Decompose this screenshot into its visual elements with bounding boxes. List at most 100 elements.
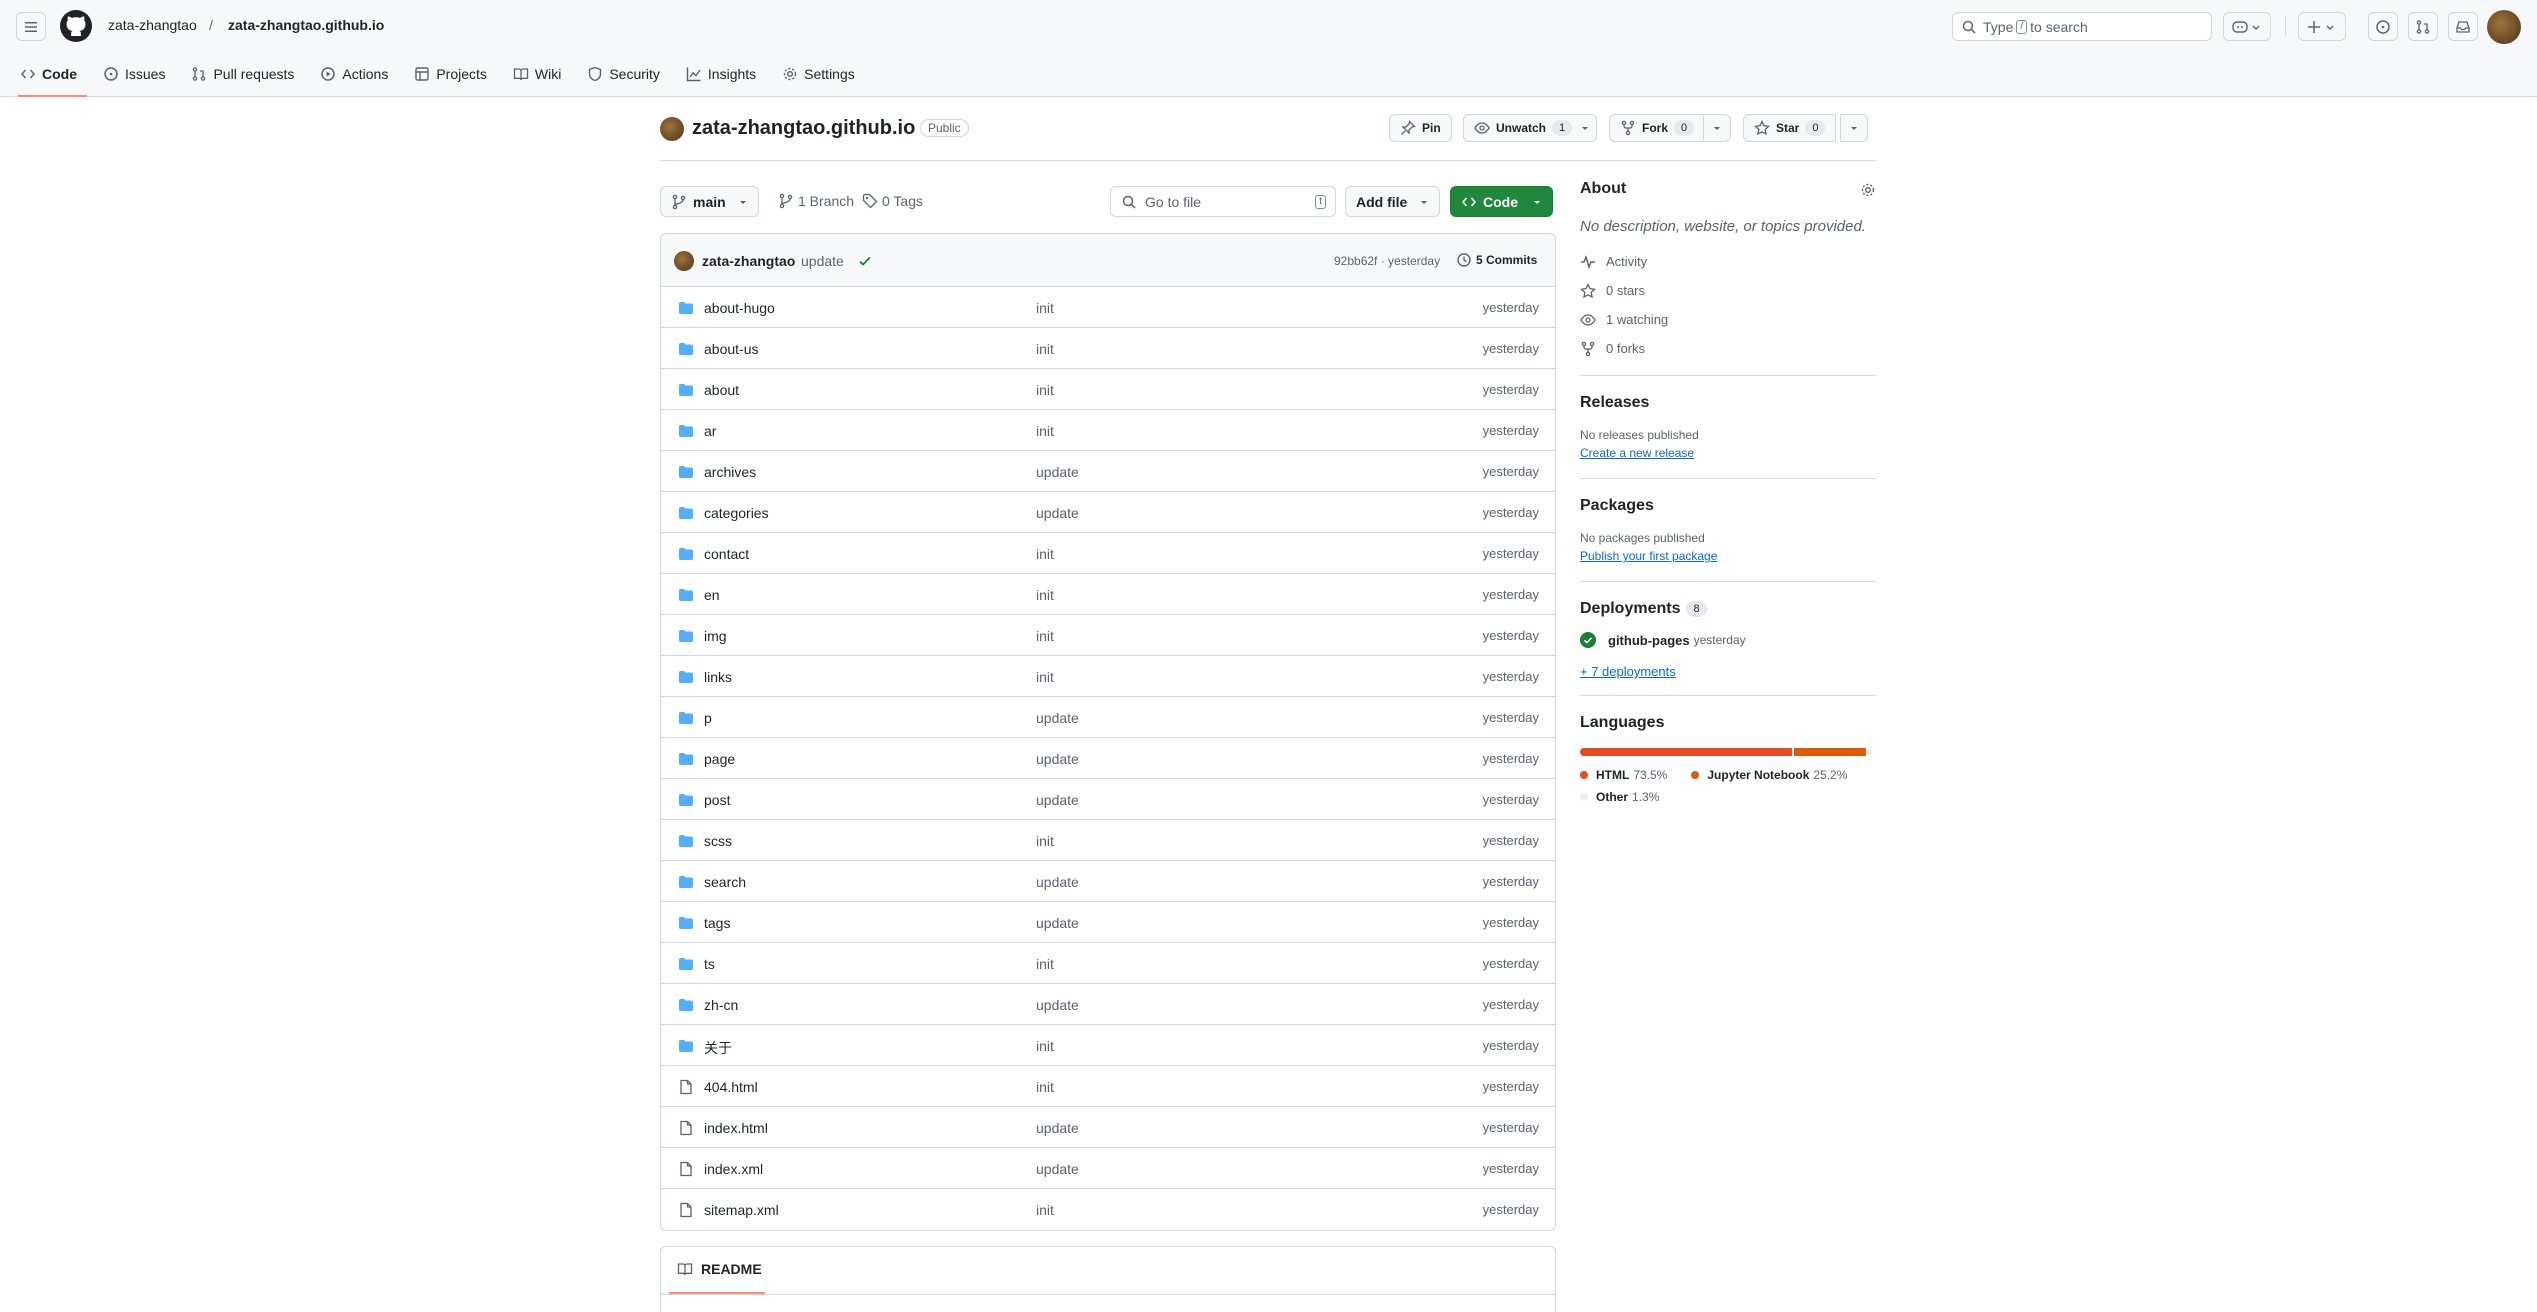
language-item[interactable]: Other 1.3% [1580, 786, 1659, 808]
commit-message[interactable]: init [1036, 546, 1054, 562]
file-name[interactable]: scss [704, 833, 732, 849]
file-row[interactable]: ts init yesterday [661, 943, 1555, 984]
file-name[interactable]: sitemap.xml [704, 1202, 779, 1218]
file-row[interactable]: en init yesterday [661, 574, 1555, 615]
file-name[interactable]: about-us [704, 341, 758, 357]
file-name[interactable]: tags [704, 915, 730, 931]
file-row[interactable]: about-hugo init yesterday [661, 287, 1555, 328]
file-name[interactable]: zh-cn [704, 997, 738, 1013]
deployments-title[interactable]: Deployments [1580, 600, 1680, 618]
file-row[interactable]: img init yesterday [661, 615, 1555, 656]
commit-message[interactable]: update [1036, 1120, 1079, 1136]
file-row[interactable]: 404.html init yesterday [661, 1066, 1555, 1107]
commit-message[interactable]: update [1036, 1161, 1079, 1177]
file-name[interactable]: about [704, 382, 739, 398]
file-row[interactable]: p update yesterday [661, 697, 1555, 738]
file-row[interactable]: links init yesterday [661, 656, 1555, 697]
commit-message[interactable]: update [1036, 915, 1079, 931]
file-row[interactable]: archives update yesterday [661, 451, 1555, 492]
issues-button[interactable] [2368, 12, 2398, 41]
repo-name[interactable]: zata-zhangtao.github.io [692, 117, 915, 140]
branch-select-button[interactable]: main [660, 186, 759, 217]
file-name[interactable]: 404.html [704, 1079, 758, 1095]
file-name[interactable]: about-hugo [704, 300, 775, 316]
file-name[interactable]: post [704, 792, 730, 808]
file-row[interactable]: contact init yesterday [661, 533, 1555, 574]
file-name[interactable]: 关于 [704, 1038, 732, 1058]
tab-pull-requests[interactable]: Pull requests [185, 59, 300, 89]
commit-message[interactable]: init [1036, 833, 1054, 849]
file-row[interactable]: tags update yesterday [661, 902, 1555, 943]
inbox-button[interactable] [2448, 12, 2478, 41]
file-name[interactable]: archives [704, 464, 756, 480]
file-row[interactable]: 关于 init yesterday [661, 1025, 1555, 1066]
commit-message[interactable]: update [1036, 751, 1079, 767]
fork-dropdown-button[interactable] [1703, 114, 1731, 142]
readme-tab[interactable]: README [677, 1261, 762, 1277]
watching-link[interactable]: 1 watching [1580, 305, 1876, 334]
file-name[interactable]: img [704, 628, 727, 644]
commit-message[interactable]: update [1036, 997, 1079, 1013]
file-name[interactable]: en [704, 587, 720, 603]
tab-actions[interactable]: Actions [314, 59, 394, 89]
branches-link[interactable]: 1 Branch [778, 193, 854, 209]
star-dropdown-button[interactable] [1840, 114, 1868, 142]
copilot-button[interactable] [2223, 12, 2271, 41]
commit-message[interactable]: init [1036, 1202, 1054, 1218]
commits-link[interactable]: 5 Commits [1456, 252, 1537, 268]
deployment-item[interactable]: github-pages yesterday [1580, 632, 1876, 648]
activity-link[interactable]: Activity [1580, 247, 1876, 276]
commit-message[interactable]: update [801, 253, 844, 269]
github-logo-icon[interactable] [60, 10, 92, 42]
file-row[interactable]: sitemap.xml init yesterday [661, 1189, 1555, 1230]
file-name[interactable]: ar [704, 423, 716, 439]
file-row[interactable]: about-us init yesterday [661, 328, 1555, 369]
tab-code[interactable]: Code [14, 59, 87, 97]
pin-button[interactable]: Pin [1389, 114, 1452, 142]
create-release-link[interactable]: Create a new release [1580, 446, 1876, 460]
file-row[interactable]: search update yesterday [661, 861, 1555, 902]
file-row[interactable]: scss init yesterday [661, 820, 1555, 861]
commit-message[interactable]: init [1036, 587, 1054, 603]
add-file-button[interactable]: Add file [1345, 186, 1441, 217]
avatar[interactable] [2487, 10, 2521, 44]
menu-button[interactable] [16, 12, 46, 41]
commit-message[interactable]: init [1036, 1079, 1054, 1095]
packages-title[interactable]: Packages [1580, 497, 1876, 515]
releases-title[interactable]: Releases [1580, 394, 1876, 412]
pull-requests-button[interactable] [2408, 12, 2438, 41]
more-deployments-link[interactable]: + 7 deployments [1580, 664, 1876, 679]
file-row[interactable]: index.html update yesterday [661, 1107, 1555, 1148]
tab-security[interactable]: Security [581, 59, 666, 89]
language-item[interactable]: HTML 73.5% [1580, 764, 1667, 786]
commit-hash[interactable]: 92bb62f · yesterday [1334, 254, 1440, 268]
go-to-file-input[interactable]: Go to file t [1110, 186, 1336, 217]
search-input[interactable]: Type / to search [1952, 12, 2212, 41]
file-name[interactable]: search [704, 874, 746, 890]
commit-author[interactable]: zata-zhangtao [702, 253, 795, 269]
star-button[interactable]: Star 0 [1743, 114, 1837, 142]
commit-message[interactable]: init [1036, 382, 1054, 398]
commit-message[interactable]: init [1036, 423, 1054, 439]
commit-message[interactable]: update [1036, 874, 1079, 890]
commit-message[interactable]: update [1036, 464, 1079, 480]
file-name[interactable]: categories [704, 505, 769, 521]
tags-link[interactable]: 0 Tags [862, 193, 923, 209]
tab-insights[interactable]: Insights [680, 59, 762, 89]
tab-wiki[interactable]: Wiki [507, 59, 567, 89]
file-name[interactable]: contact [704, 546, 749, 562]
file-row[interactable]: index.xml update yesterday [661, 1148, 1555, 1189]
file-name[interactable]: page [704, 751, 735, 767]
tab-issues[interactable]: Issues [97, 59, 171, 89]
publish-package-link[interactable]: Publish your first package [1580, 549, 1876, 563]
gear-icon[interactable] [1860, 182, 1876, 198]
commit-message[interactable]: init [1036, 669, 1054, 685]
commit-message[interactable]: update [1036, 505, 1079, 521]
unwatch-button[interactable]: Unwatch 1 [1463, 114, 1598, 142]
file-row[interactable]: ar init yesterday [661, 410, 1555, 451]
commit-message[interactable]: update [1036, 710, 1079, 726]
code-dropdown-button[interactable]: Code [1450, 186, 1553, 217]
file-row[interactable]: page update yesterday [661, 738, 1555, 779]
stars-link[interactable]: 0 stars [1580, 276, 1876, 305]
file-row[interactable]: post update yesterday [661, 779, 1555, 820]
